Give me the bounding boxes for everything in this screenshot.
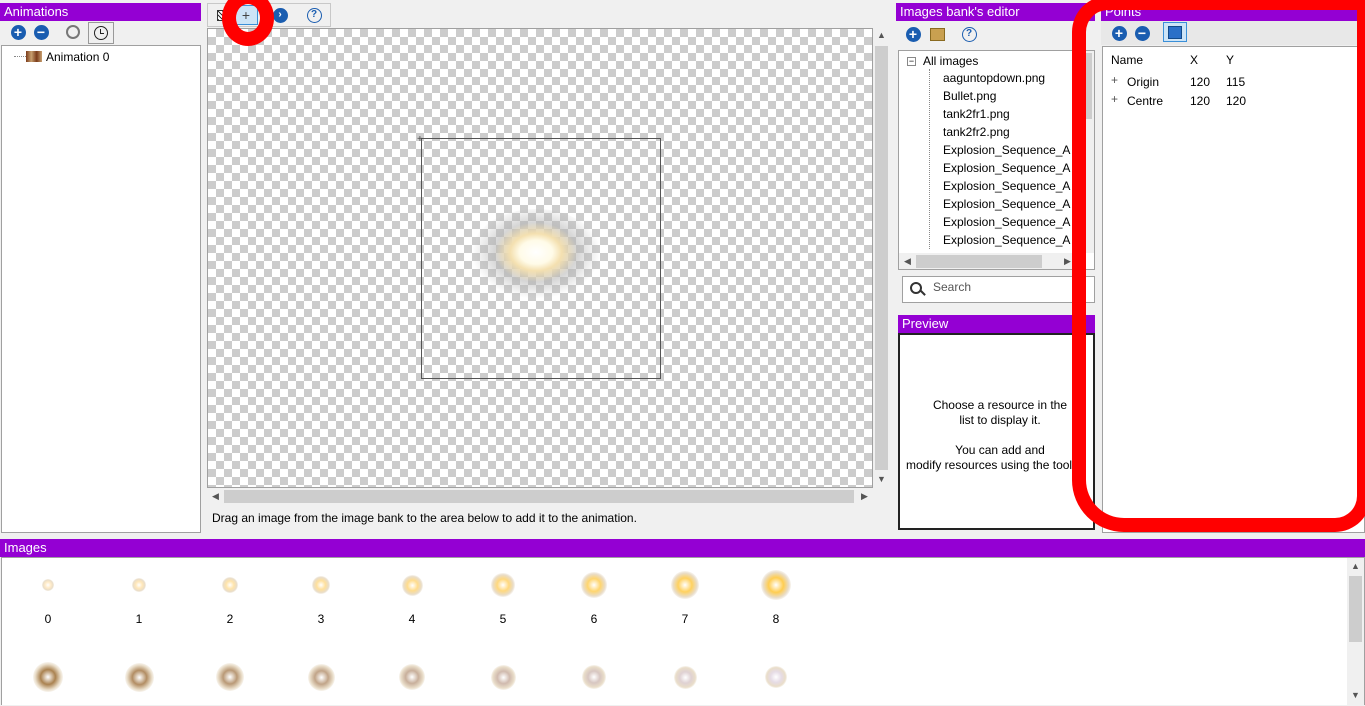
scroll-left-icon: ◀ — [904, 256, 911, 266]
preview-panel-title: Preview — [898, 315, 1095, 333]
frame-thumbnail[interactable] — [42, 579, 54, 591]
preview-line-2: list to display it. — [959, 413, 1041, 427]
canvas-hscroll-thumb[interactable] — [224, 490, 854, 503]
image-item[interactable]: Explosion_Sequence_A 5.p — [943, 213, 1090, 231]
image-item[interactable]: Bullet.png — [943, 87, 996, 105]
origin-marker[interactable]: + — [417, 134, 423, 145]
canvas-vscroll[interactable]: ▲ ▼ — [873, 28, 890, 488]
help-icon: ? — [961, 26, 977, 42]
loop-button[interactable] — [64, 23, 82, 41]
image-list: − All images aaguntopdown.png Bullet.png… — [898, 50, 1095, 270]
image-item[interactable]: Explosion_Sequence_A 1.p — [943, 141, 1090, 159]
animations-toolbar: + − — [0, 21, 201, 45]
images-vscroll-thumb[interactable] — [1349, 576, 1362, 642]
scroll-up-icon: ▲ — [1351, 561, 1360, 571]
frame-thumbnail[interactable] — [124, 662, 154, 692]
arrow-right-icon: › — [272, 7, 288, 23]
images-panel-title: Images — [0, 539, 1365, 557]
minus-icon: − — [33, 24, 49, 40]
frame-thumbnail[interactable] — [581, 572, 607, 598]
image-item[interactable]: Explosion_Sequence_A 3.p — [943, 177, 1090, 195]
add-animation-button[interactable]: + — [9, 23, 27, 41]
bank-toolbar: + ? — [896, 21, 1095, 47]
image-item[interactable]: tank2fr2.png — [943, 123, 1010, 141]
animations-panel-title: Animations — [0, 3, 201, 21]
explosion-sprite — [471, 209, 601, 299]
scroll-down-icon: ▼ — [1351, 690, 1360, 700]
box-icon — [929, 27, 945, 41]
animations-tree: Animation 0 — [1, 45, 201, 533]
animation-canvas[interactable]: + — [207, 28, 873, 488]
animation-icon — [26, 51, 42, 62]
frame-index: 0 — [44, 612, 52, 626]
frame-thumbnail[interactable] — [582, 665, 606, 689]
image-list-hscroll[interactable]: ◀ ▶ — [899, 253, 1077, 269]
bank-title: Images bank's editor — [900, 4, 1020, 19]
frame-thumbnail[interactable] — [491, 573, 515, 597]
help-icon: ? — [306, 7, 322, 23]
preview-line-4: modify resources using the toolba — [906, 458, 1086, 472]
frame-thumbnail[interactable] — [307, 663, 335, 691]
search-icon-handle — [920, 290, 926, 296]
bank-help-button[interactable]: ? — [960, 25, 978, 43]
frame-thumbnail[interactable] — [33, 662, 63, 692]
frame-thumbnail[interactable] — [216, 663, 244, 691]
canvas-vscroll-thumb[interactable] — [875, 46, 888, 470]
scroll-right-icon: ▶ — [861, 491, 868, 501]
preview-line-1: Choose a resource in the — [932, 398, 1068, 412]
import-image-button[interactable] — [928, 25, 946, 43]
frame-thumbnail[interactable] — [490, 664, 516, 690]
frame-thumbnail[interactable] — [399, 664, 425, 690]
canvas-hint: Drag an image from the image bank to the… — [212, 511, 637, 525]
bank-panel-title: Images bank's editor — [896, 3, 1095, 21]
frame-index: 5 — [499, 612, 507, 626]
frame-thumbnail[interactable] — [401, 574, 423, 596]
annotation-outline — [1072, 0, 1365, 532]
image-item[interactable]: Explosion_Sequence_A 4.p — [943, 195, 1090, 213]
search-input[interactable]: Search — [933, 280, 971, 294]
frame-index: 1 — [135, 612, 143, 626]
canvas-help-button[interactable]: ? — [305, 6, 323, 24]
scroll-down-icon: ▼ — [877, 474, 886, 484]
frame-index: 6 — [590, 612, 598, 626]
plus-icon: + — [905, 26, 921, 42]
image-item[interactable]: tank2fr1.png — [943, 105, 1010, 123]
image-item[interactable]: Explosion_Sequence_A 2.p — [943, 159, 1090, 177]
frame-index: 2 — [226, 612, 234, 626]
frame-thumbnail[interactable] — [673, 665, 697, 689]
images-vscroll[interactable]: ▲ ▼ — [1347, 558, 1364, 706]
frame-index: 8 — [772, 612, 780, 626]
collapse-toggle[interactable]: − — [907, 57, 916, 66]
scroll-up-icon: ▲ — [877, 30, 886, 40]
frame-index: 3 — [317, 612, 325, 626]
image-root[interactable]: All images — [923, 52, 978, 70]
add-image-button[interactable]: + — [904, 25, 922, 43]
scroll-left-icon: ◀ — [212, 491, 219, 501]
tree-connector — [14, 56, 26, 57]
canvas-hscroll[interactable]: ◀ ▶ — [207, 488, 873, 505]
tree-line — [929, 69, 930, 249]
loop-icon — [66, 25, 80, 39]
remove-animation-button[interactable]: − — [32, 23, 50, 41]
frame-thumbnail[interactable] — [761, 570, 791, 600]
plus-icon: + — [10, 24, 26, 40]
image-item[interactable]: aaguntopdown.png — [943, 69, 1045, 87]
preview-area: Choose a resource in the list to display… — [898, 333, 1095, 530]
search-box[interactable]: Search — [902, 276, 1095, 303]
image-list-hscroll-thumb[interactable] — [916, 255, 1042, 268]
frame-thumbnail[interactable] — [671, 571, 699, 599]
frame-index: 4 — [408, 612, 416, 626]
frame-index: 7 — [681, 612, 689, 626]
image-item[interactable]: Explosion_Sequence_A 6.p — [943, 231, 1090, 249]
preview-line-3: You can add and — [955, 443, 1045, 457]
animation-item[interactable]: Animation 0 — [46, 48, 109, 66]
frame-thumbnail[interactable] — [765, 666, 787, 688]
clock-icon — [94, 26, 108, 40]
speed-button[interactable] — [88, 22, 114, 44]
